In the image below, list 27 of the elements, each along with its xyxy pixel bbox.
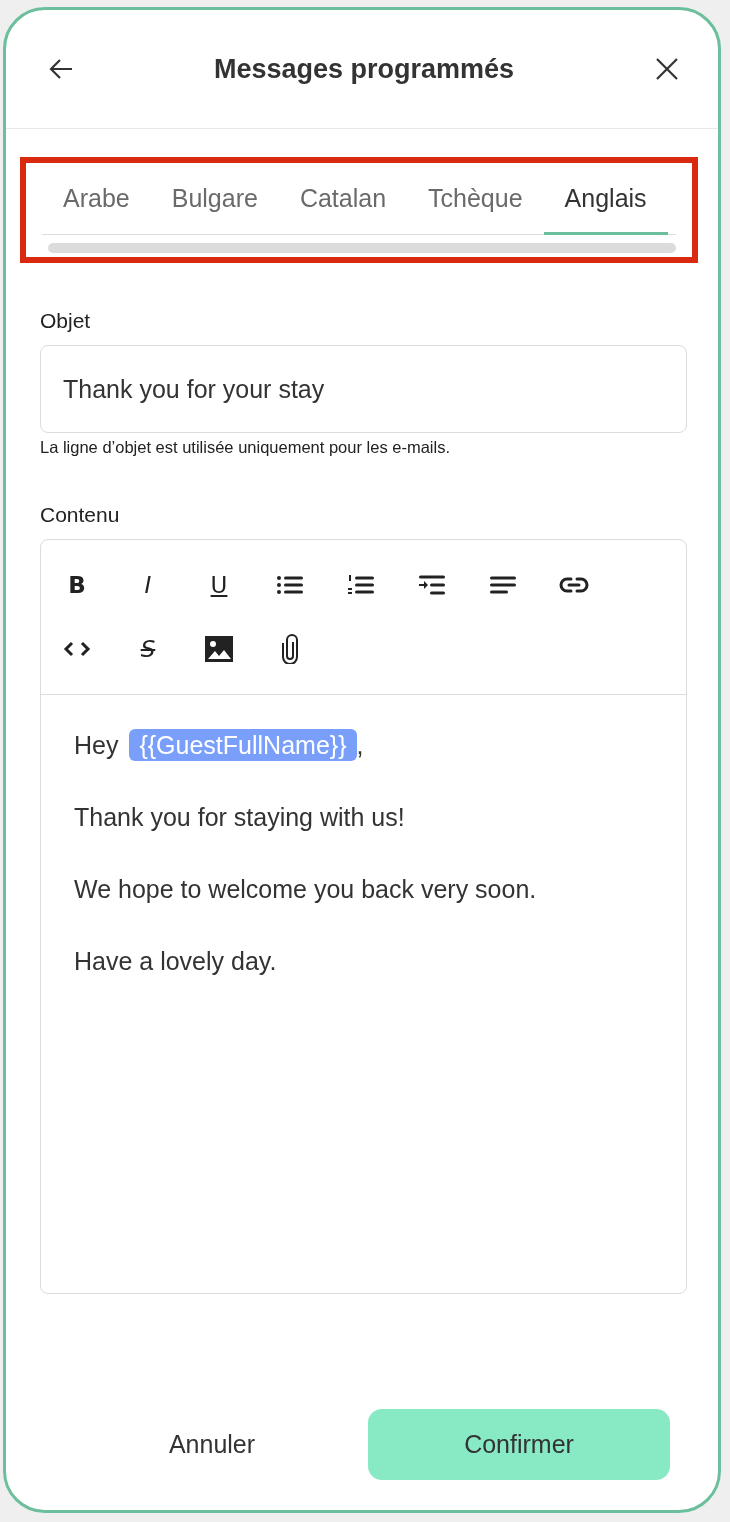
field-label: Objet xyxy=(40,309,92,333)
back-arrow-icon xyxy=(48,57,74,81)
scrollbar[interactable] xyxy=(48,243,676,253)
strikethrough-button[interactable]: S xyxy=(132,621,164,677)
comma-text: , xyxy=(356,731,364,759)
field-label: Contenu xyxy=(40,503,121,527)
close-icon xyxy=(655,57,679,81)
message-line: Thank you for staying with us! xyxy=(74,803,405,831)
confirm-button[interactable]: Confirmer xyxy=(368,1409,670,1480)
message-line: Have a lovely day. xyxy=(74,947,277,975)
language-tab[interactable]: Anglais xyxy=(543,167,668,235)
greeting-text: Hey xyxy=(74,731,119,759)
field-hint: La ligne d’objet est utilisée uniquement pour les e-mails. xyxy=(40,438,451,457)
cancel-button[interactable]: Annuler xyxy=(56,1409,368,1480)
bold-button[interactable]: B xyxy=(61,557,93,613)
underline-button[interactable]: U xyxy=(203,557,235,613)
content-editor[interactable]: B I U S Hey {{GuestFullName}} , Thank you for staying with us! We hope to welcome you back very soon. Have a lovely day. xyxy=(40,539,687,1294)
language-tab[interactable]: Bulgare xyxy=(150,167,279,235)
language-tab[interactable]: Arabe xyxy=(42,167,151,235)
dialog-title: Messages programmés xyxy=(213,53,515,85)
language-tab[interactable]: Tchèque xyxy=(407,167,544,235)
italic-button[interactable]: I xyxy=(132,557,164,613)
subject-field[interactable]: Thank you for your stay xyxy=(40,345,687,433)
language-tab[interactable]: Catalan xyxy=(278,167,408,235)
image-icon xyxy=(204,634,234,664)
variable-tag: {{GuestFullName}} xyxy=(129,729,357,761)
message-line: We hope to welcome you back very soon. xyxy=(74,875,537,903)
